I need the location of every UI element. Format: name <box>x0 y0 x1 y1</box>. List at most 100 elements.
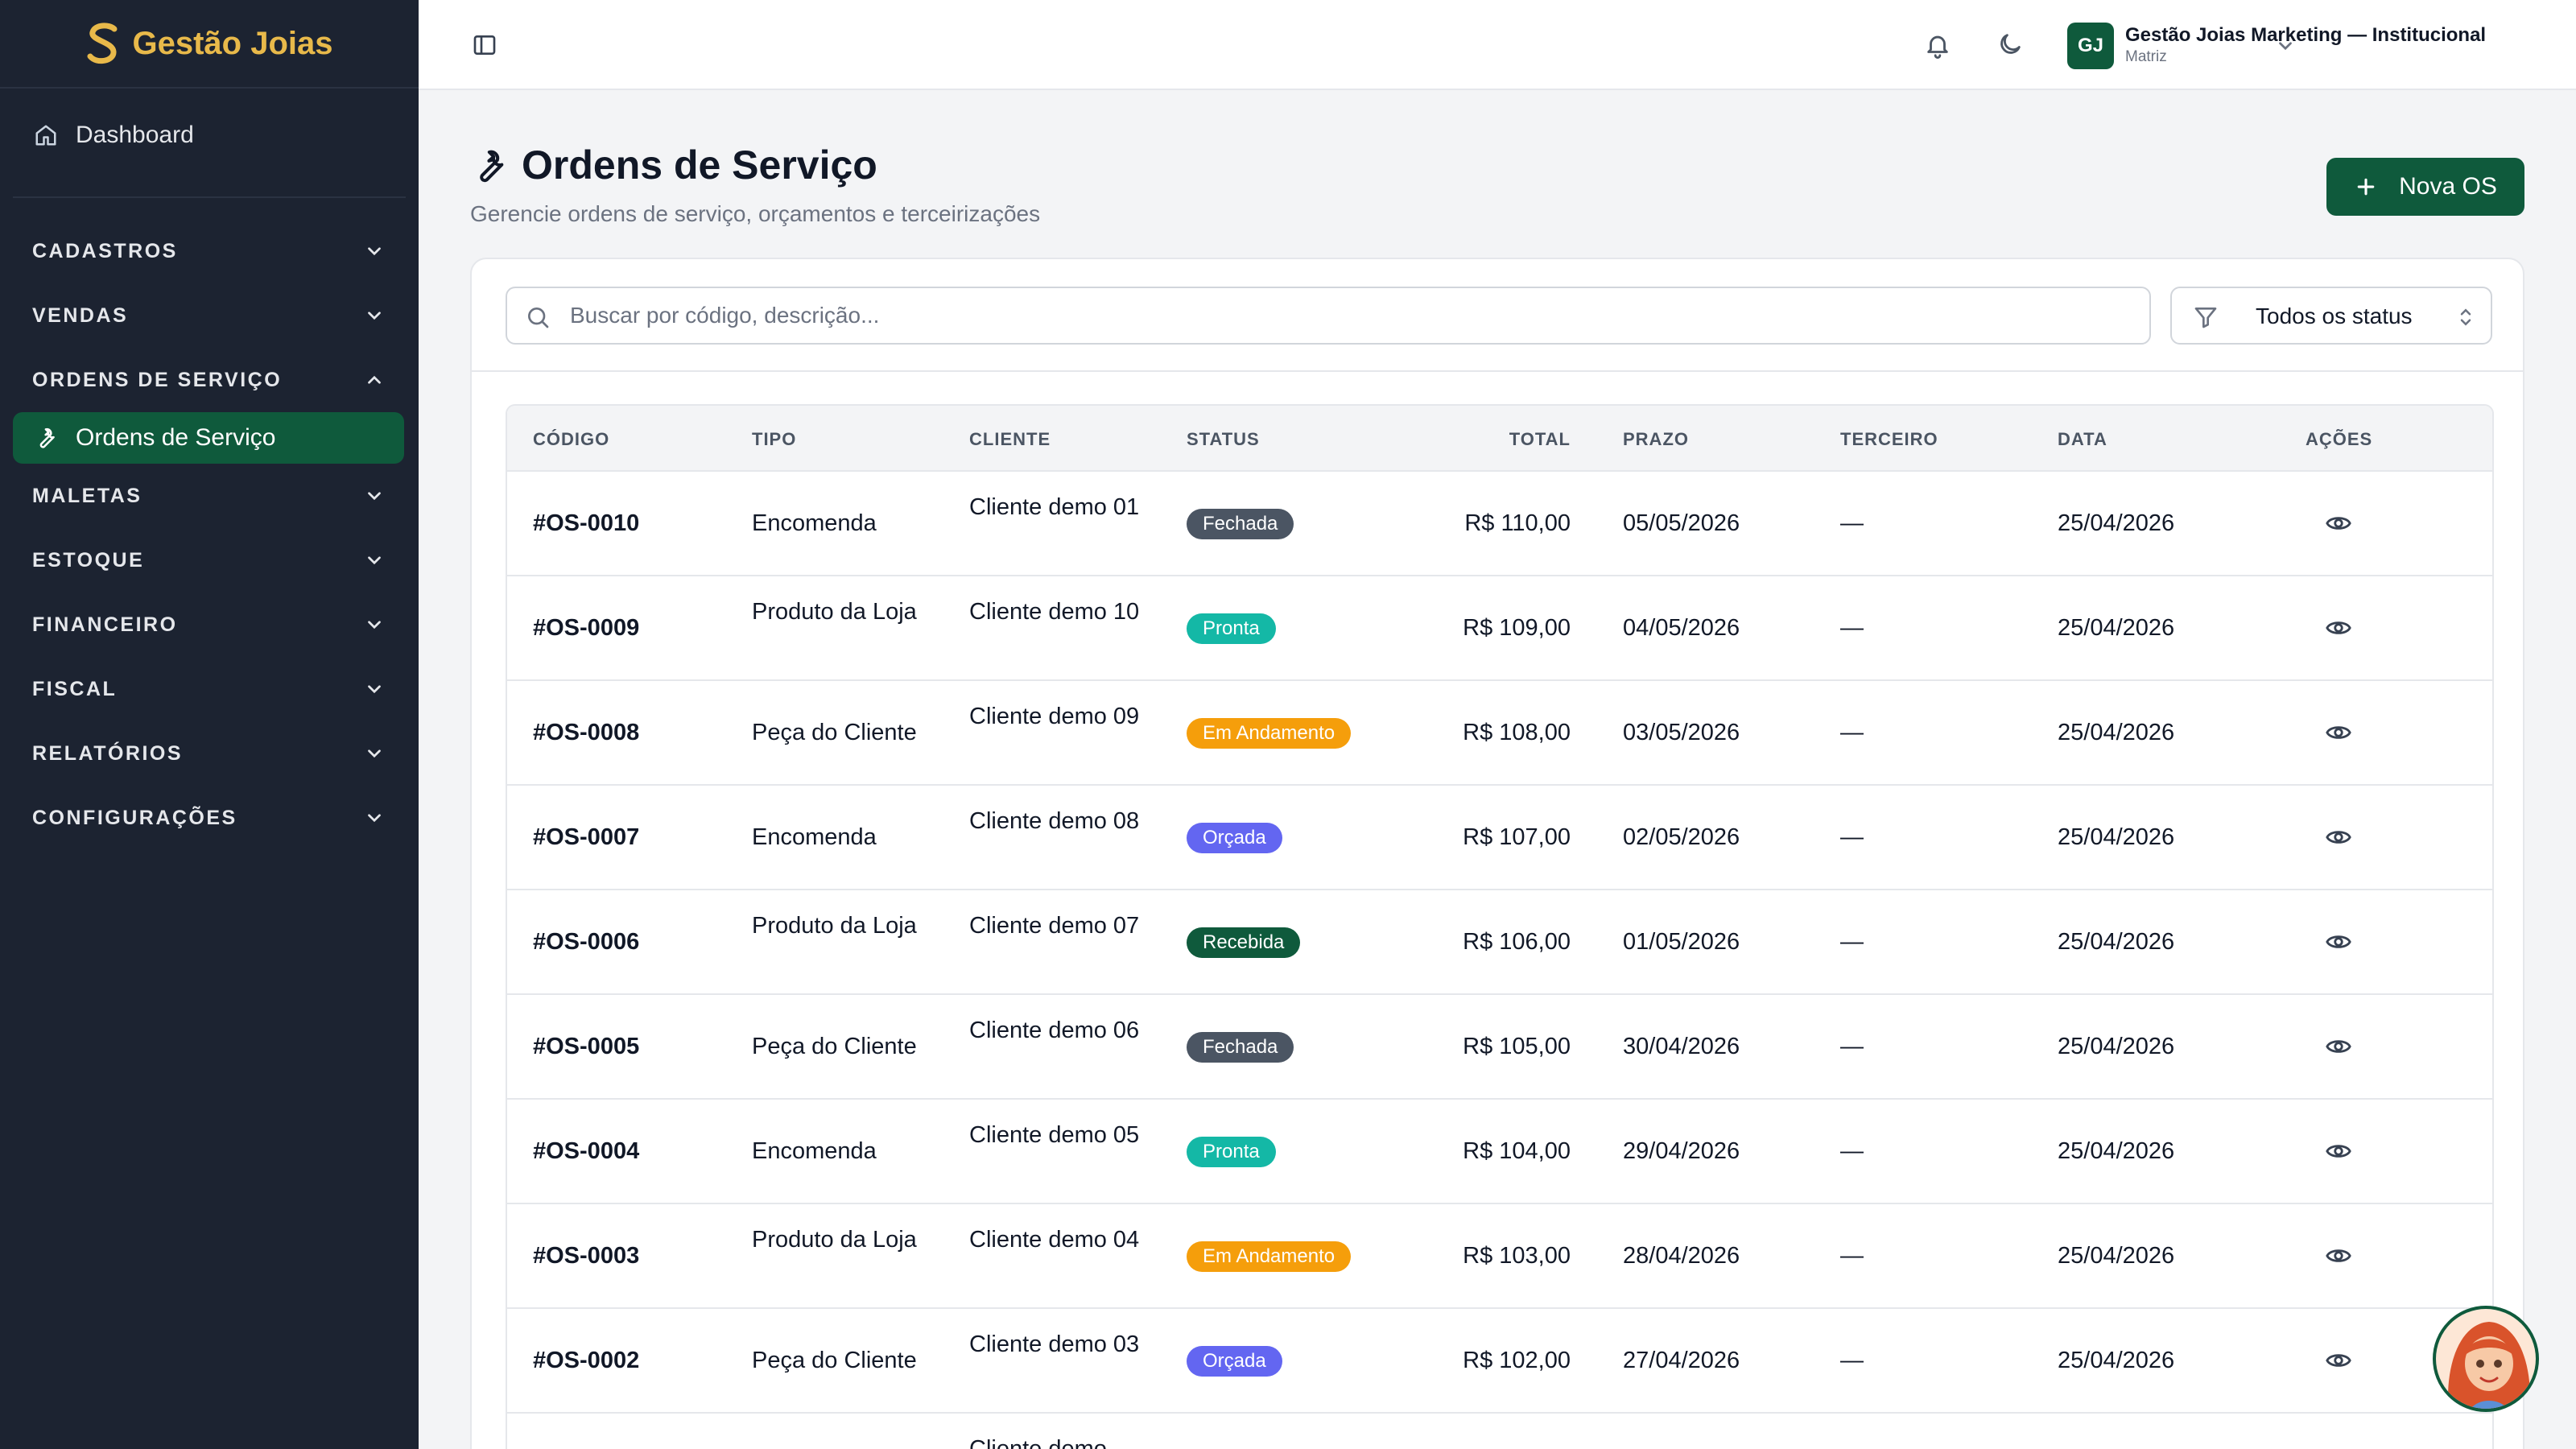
column-header-status[interactable]: STATUS <box>1187 429 1260 450</box>
sidebar-item-label: Ordens de Serviço <box>76 424 276 451</box>
cell-data: 25/04/2026 <box>2058 1138 2175 1164</box>
table-row[interactable]: #OS-0002 Peça do Cliente Cliente demo 03… <box>507 1309 2492 1414</box>
table-row[interactable]: #OS-0009 Produto da Loja Cliente demo 10… <box>507 576 2492 681</box>
plus-icon <box>2357 178 2375 196</box>
cell-cliente: Cliente demo 10 <box>969 599 1140 625</box>
cell-total: R$ 104,00 <box>1463 1138 1571 1164</box>
cell-cliente: Cliente demo 07 <box>969 913 1140 939</box>
table-row[interactable]: #OS-0006 Produto da Loja Cliente demo 07… <box>507 890 2492 995</box>
status-badge: Orçada <box>1187 823 1282 853</box>
table-row[interactable]: #OS-0008 Peça do Cliente Cliente demo 09… <box>507 681 2492 786</box>
cell-codigo: #OS-0005 <box>533 1034 640 1059</box>
cell-prazo: 01/05/2026 <box>1623 929 1740 955</box>
cell-total: R$ 106,00 <box>1463 929 1571 955</box>
new-os-button[interactable]: Nova OS <box>2326 158 2524 216</box>
cell-prazo: 05/05/2026 <box>1623 510 1740 536</box>
eye-icon[interactable] <box>2325 824 2352 851</box>
sidebar-section-vendas[interactable]: VENDAS <box>0 283 419 348</box>
sidebar-section-relatorios[interactable]: RELATÓRIOS <box>0 721 419 786</box>
sidebar-section-label: CADASTROS <box>32 239 178 262</box>
table-row[interactable]: Cliente demo <box>507 1414 2492 1449</box>
sidebar-section-maletas[interactable]: MALETAS <box>0 464 419 528</box>
column-header-codigo[interactable]: CÓDIGO <box>533 429 609 450</box>
bell-icon[interactable] <box>1924 31 1951 60</box>
assistant-avatar-button[interactable] <box>2433 1306 2539 1412</box>
eye-icon[interactable] <box>2325 614 2352 642</box>
column-header-total[interactable]: TOTAL <box>1509 429 1571 450</box>
column-header-data[interactable]: DATA <box>2058 429 2107 450</box>
avatar[interactable]: GJ <box>2067 23 2114 69</box>
column-header-terceiro[interactable]: TERCEIRO <box>1840 429 1938 450</box>
chevron-down-icon <box>368 492 381 501</box>
page-title: Ordens de Serviço <box>522 142 877 188</box>
cell-cliente: Cliente demo 01 <box>969 494 1140 520</box>
cell-tipo: Peça do Cliente <box>752 1034 917 1059</box>
status-select[interactable]: Todos os status <box>2170 287 2492 345</box>
sidebar-section-financeiro[interactable]: FINANCEIRO <box>0 592 419 657</box>
sidebar: Gestão Joias Dashboard CADASTROS VENDAS … <box>0 0 419 1449</box>
eye-icon[interactable] <box>2325 1347 2352 1374</box>
chevron-down-icon <box>368 621 381 630</box>
status-badge: Em Andamento <box>1187 1241 1352 1272</box>
cell-prazo: 29/04/2026 <box>1623 1138 1740 1164</box>
eye-icon[interactable] <box>2325 928 2352 956</box>
cell-prazo: 04/05/2026 <box>1623 615 1740 641</box>
sidebar-section-label: FISCAL <box>32 677 118 700</box>
brand[interactable]: Gestão Joias <box>0 0 419 89</box>
cell-data: 25/04/2026 <box>2058 510 2175 536</box>
cell-codigo: #OS-0002 <box>533 1348 640 1373</box>
column-header-tipo[interactable]: TIPO <box>752 429 796 450</box>
cell-cliente: Cliente demo 03 <box>969 1331 1140 1357</box>
filter-icon <box>2194 308 2217 328</box>
page-subtitle: Gerencie ordens de serviço, orçamentos e… <box>470 201 1041 226</box>
table-row[interactable]: #OS-0003 Produto da Loja Cliente demo 04… <box>507 1204 2492 1309</box>
cell-tipo: Encomenda <box>752 824 877 850</box>
chevron-down-icon <box>368 749 381 758</box>
table-row[interactable]: #OS-0004 Encomenda Cliente demo 05 Pront… <box>507 1100 2492 1204</box>
cell-terceiro: — <box>1840 720 1864 745</box>
sidebar-item-ordens-de-servico[interactable]: Ordens de Serviço <box>13 412 404 464</box>
status-select-value: Todos os status <box>2256 303 2413 328</box>
cell-codigo: #OS-0003 <box>533 1243 640 1269</box>
cell-prazo: 28/04/2026 <box>1623 1243 1740 1269</box>
sidebar-section-configuracoes[interactable]: CONFIGURAÇÕES <box>0 786 419 850</box>
cell-tipo: Produto da Loja <box>752 1227 917 1253</box>
cell-cliente: Cliente demo <box>969 1436 1107 1449</box>
sidebar-section-fiscal[interactable]: FISCAL <box>0 657 419 721</box>
table-row[interactable]: #OS-0005 Peça do Cliente Cliente demo 06… <box>507 995 2492 1100</box>
eye-icon[interactable] <box>2325 1242 2352 1269</box>
sidebar-section-estoque[interactable]: ESTOQUE <box>0 528 419 592</box>
cell-total: R$ 109,00 <box>1463 615 1571 641</box>
eye-icon[interactable] <box>2325 510 2352 537</box>
sidebar-section-label: FINANCEIRO <box>32 613 178 636</box>
moon-icon[interactable] <box>1996 31 2024 58</box>
sidebar-section-cadastros[interactable]: CADASTROS <box>0 219 419 283</box>
table-row[interactable]: #OS-0010 Encomenda Cliente demo 01 Fecha… <box>507 472 2492 576</box>
filters-bar: Todos os status <box>472 259 2523 372</box>
wrench-icon <box>39 427 55 448</box>
eye-icon[interactable] <box>2325 719 2352 746</box>
user-branch: Matriz <box>2125 48 2167 65</box>
search-box[interactable] <box>506 287 2151 345</box>
cell-tipo: Encomenda <box>752 510 877 536</box>
cell-codigo: #OS-0008 <box>533 720 640 745</box>
table-header: CÓDIGO TIPO CLIENTE STATUS TOTAL PRAZO T… <box>507 406 2492 472</box>
sidebar-section-label: ESTOQUE <box>32 548 145 572</box>
cell-total: R$ 108,00 <box>1463 720 1571 745</box>
column-header-cliente[interactable]: CLIENTE <box>969 429 1051 450</box>
cell-codigo: #OS-0004 <box>533 1138 640 1164</box>
cell-data: 25/04/2026 <box>2058 1348 2175 1373</box>
column-header-prazo[interactable]: PRAZO <box>1623 429 1689 450</box>
eye-icon[interactable] <box>2325 1137 2352 1165</box>
sidebar-section-ordens[interactable]: ORDENS DE SERVIÇO <box>0 348 419 412</box>
chevron-down-icon[interactable] <box>2275 35 2296 56</box>
user-name[interactable]: Gestão Joias Marketing — Institucional <box>2125 24 2486 47</box>
sidebar-toggle-icon[interactable] <box>472 32 497 58</box>
table-row[interactable]: #OS-0007 Encomenda Cliente demo 08 Orçad… <box>507 786 2492 890</box>
sidebar-item-dashboard[interactable]: Dashboard <box>0 89 419 182</box>
eye-icon[interactable] <box>2325 1033 2352 1060</box>
logo-icon <box>87 23 118 64</box>
sidebar-item-label: Dashboard <box>76 122 194 148</box>
cell-tipo: Encomenda <box>752 1138 877 1164</box>
search-input[interactable] <box>570 288 2099 343</box>
